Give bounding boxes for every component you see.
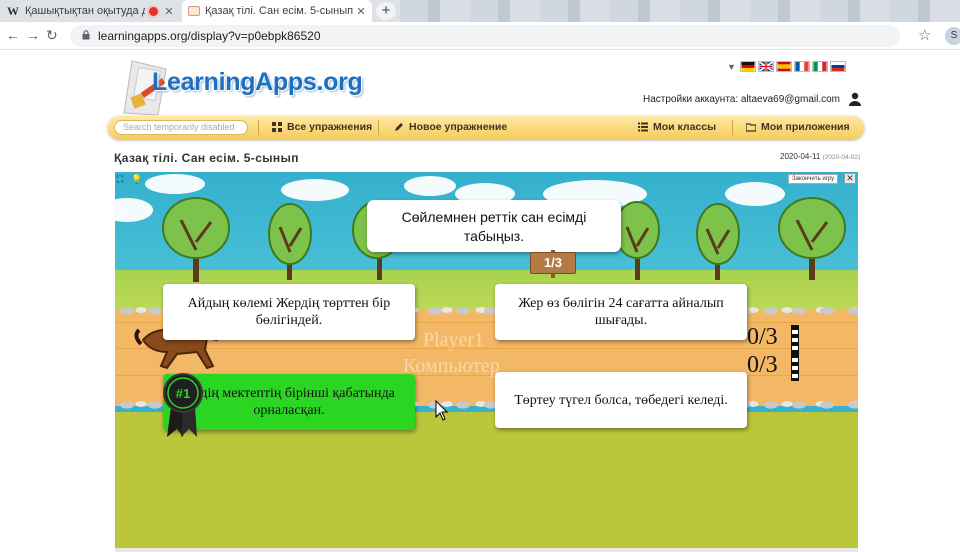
tree-icon [162,197,230,282]
date-created: 2020-04-11 [780,152,821,161]
grid-icon [272,122,282,132]
menu-divider [378,120,379,135]
flag-de-icon[interactable] [740,61,756,72]
menu-my-classes[interactable]: Мои классы [638,121,716,133]
menu-my-apps[interactable]: Мои приложения [746,121,850,133]
answer-card[interactable]: Айдың көлемі Жердің төрттен бір бөлігінд… [163,284,415,340]
menu-divider [732,120,733,135]
mouse-cursor-icon [435,400,449,421]
flag-es-icon[interactable] [776,61,792,72]
list-icon [638,122,648,132]
menu-all-exercises[interactable]: Все упражнения [272,121,372,133]
pencil-icon [395,123,403,131]
game-bottom-edge [115,548,858,552]
question-progress: 1/3 [530,252,576,274]
player-score: 0/3 [747,324,778,350]
tab-title: Қазақ тілі. Сан есім. 5-сынып [205,5,354,17]
tab-strip-background [400,0,960,22]
grass-lower [115,412,858,549]
account-settings-link[interactable]: Настройки аккаунта: altaeva69@gmail.com [643,94,840,105]
url-text: learningapps.org/display?v=p0ebpk86520 [98,29,321,43]
flag-ru-icon[interactable] [830,61,846,72]
tree-icon [696,203,740,280]
menu-label: Все упражнения [287,121,373,133]
tree-icon [778,197,846,280]
fullscreen-icon[interactable]: ⛶ [117,174,123,185]
main-menu-bar: Search temporarily disabled Все упражнен… [108,116,864,139]
site-logo-text[interactable]: LearningApps.org [152,68,363,97]
back-arrow-icon[interactable]: ← [6,27,20,43]
flag-fr-icon[interactable] [794,61,810,72]
tab-favicon-learningapps [188,6,200,16]
rank-ribbon-badge-icon: #1 [163,373,203,437]
tab-favicon-w: W [7,3,19,18]
menu-label: Мои классы [653,121,717,133]
menu-label: Новое упражнение [409,121,508,133]
reload-icon[interactable]: ↻ [46,27,58,44]
finish-flag-icon [791,353,799,381]
browser-tab-strip: W Қашықтықтан оқытуда дағд ✕ Қазақ тілі.… [0,0,960,22]
question-card: Сөйлемнен реттік сан есімді табыңыз. [367,200,621,252]
finish-flag-icon [791,325,799,353]
page-title: Қазақ тілі. Сан есім. 5-сынып [114,151,299,165]
tree-icon [268,203,312,280]
close-tab-icon[interactable]: ✕ [354,5,368,18]
forward-arrow-icon[interactable]: → [26,27,40,43]
hint-lightbulb-icon[interactable]: 💡 [131,174,142,185]
bookmark-star-icon[interactable]: ☆ [918,26,931,44]
language-dropdown-icon[interactable]: ▼ [727,62,736,72]
computer-score: 0/3 [747,352,778,378]
close-game-icon[interactable]: ✕ [844,173,856,184]
profile-avatar[interactable]: S [945,27,960,45]
language-flags [740,61,846,72]
new-tab-button[interactable]: + [376,2,396,20]
answer-card[interactable]: Төртеу түгел болса, төбедегі келеді. [495,372,747,428]
flag-it-icon[interactable] [812,61,828,72]
browser-tab-inactive[interactable]: W Қашықтықтан оқытуда дағд ✕ [0,0,180,22]
tree-icon [614,201,660,280]
browser-toolbar: ← → ↻ learningapps.org/display?v=p0ebpk8… [0,22,960,50]
finish-game-button[interactable]: Закончить игру [788,174,839,184]
address-bar[interactable]: learningapps.org/display?v=p0ebpk86520 [70,25,900,47]
menu-label: Мои приложения [761,121,850,133]
menu-divider [258,120,259,135]
folder-icon [746,123,756,132]
badge-rank: #1 [176,386,190,401]
date-modified: (2020-04-02) [822,154,861,161]
recording-indicator-icon [149,6,158,16]
answer-card[interactable]: Жер өз бөлігін 24 сағатта айналып шығады… [495,284,747,340]
player-lane-label: Player1 [423,329,485,351]
user-icon[interactable] [848,92,862,106]
computer-lane-label: Компьютер [403,355,500,377]
menu-new-exercise[interactable]: Новое упражнение [394,121,507,133]
browser-tab-active[interactable]: Қазақ тілі. Сан есім. 5-сынып ✕ [182,0,372,22]
close-tab-icon[interactable]: ✕ [162,5,176,18]
horse-race-game: ⛶ 💡 Закончить игру ✕ Сөйлемнен реттік са… [115,172,858,549]
lock-icon [82,30,90,40]
search-input[interactable]: Search temporarily disabled [114,120,248,135]
flag-en-icon[interactable] [758,61,774,72]
tab-title: Қашықтықтан оқытуда дағд [25,5,145,17]
page-date: 2020-04-11 (2020-04-02) [780,152,860,161]
